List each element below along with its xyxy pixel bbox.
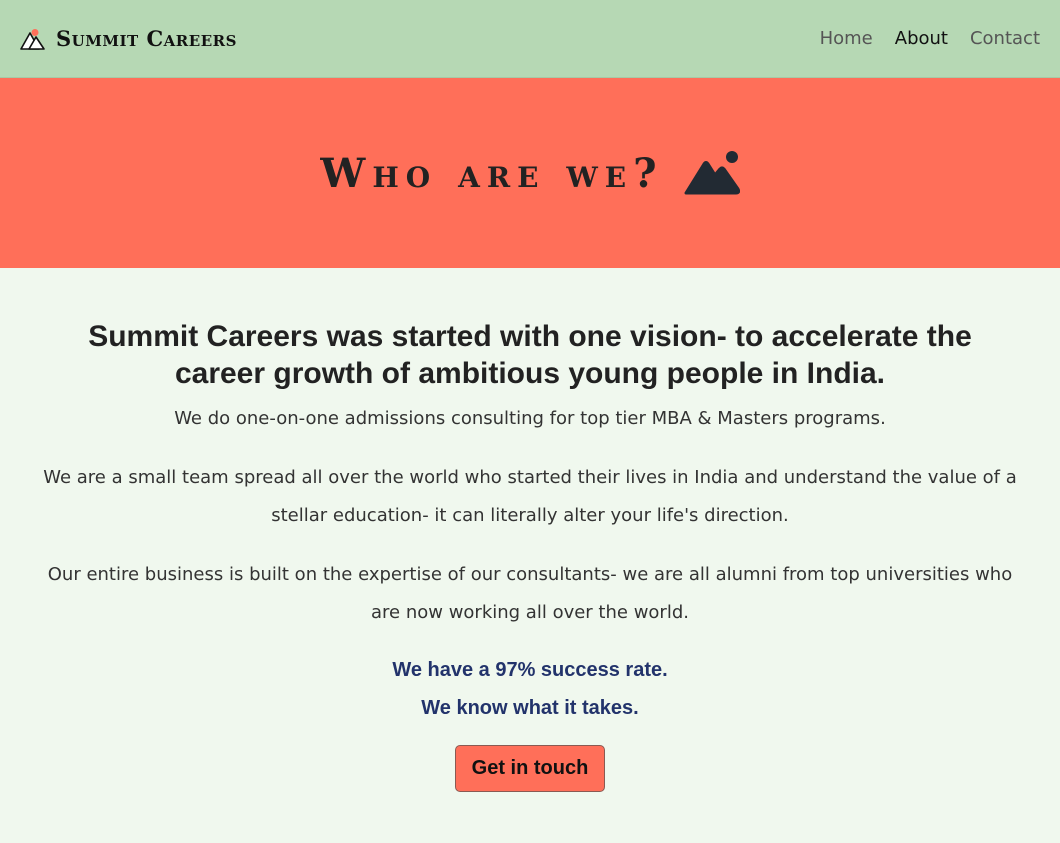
get-in-touch-button[interactable]: Get in touch — [454, 745, 606, 792]
nav-link-contact[interactable]: Contact — [970, 28, 1040, 49]
mountain-logo-icon — [20, 28, 45, 50]
nav-links: Home About Contact — [820, 28, 1040, 49]
mountain-icon — [684, 151, 740, 195]
brand-name: Summit Careers — [56, 26, 237, 51]
hero-title: Who are we? — [320, 149, 664, 197]
hero-banner: Who are we? — [0, 78, 1060, 268]
nav-link-home[interactable]: Home — [820, 28, 873, 49]
expertise-paragraph: Our entire business is built on the expe… — [47, 564, 1013, 623]
vision-headline: Summit Careers was started with one visi… — [88, 320, 972, 390]
nav-link-about[interactable]: About — [895, 28, 948, 49]
success-rate-text: We have a 97% success rate. — [392, 659, 668, 681]
know-how-text: We know what it takes. — [421, 697, 639, 719]
navbar: Summit Careers Home About Contact — [0, 0, 1060, 78]
about-content: Summit Careers was started with one visi… — [0, 268, 1060, 792]
consulting-paragraph: We do one-on-one admissions consulting f… — [174, 408, 886, 429]
team-paragraph: We are a small team spread all over the … — [43, 467, 1017, 526]
brand[interactable]: Summit Careers — [20, 26, 237, 51]
